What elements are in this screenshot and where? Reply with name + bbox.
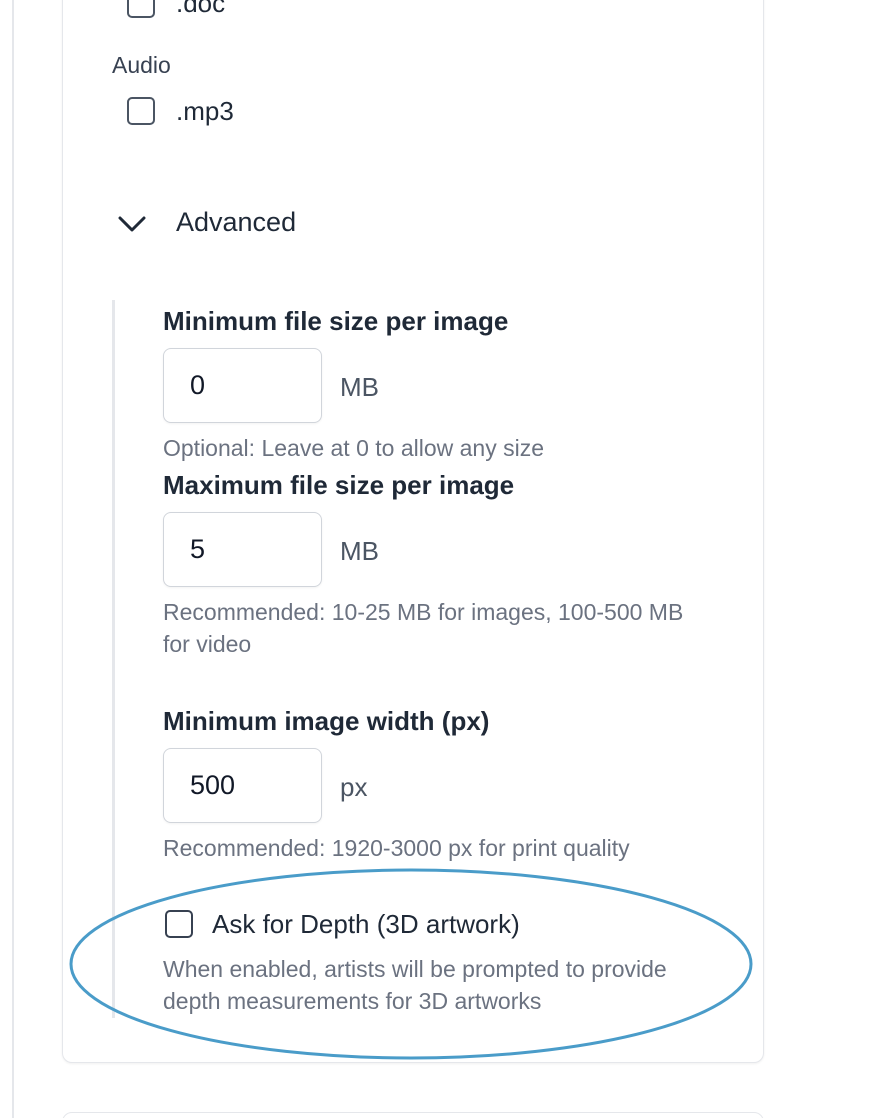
outer-panel-border: [12, 0, 14, 1118]
min-width-input[interactable]: [163, 748, 322, 823]
min-file-size-input[interactable]: [163, 348, 322, 423]
doc-checkbox-label: .doc: [176, 0, 226, 18]
next-card: [62, 1112, 764, 1118]
max-file-size-input[interactable]: [163, 512, 322, 587]
min-file-size-help: Optional: Leave at 0 to allow any size: [163, 435, 545, 461]
settings-page: .doc Audio .mp3 Advanced Minimum file si…: [0, 0, 878, 1118]
max-file-size-label: Maximum file size per image: [163, 470, 515, 500]
min-file-size-unit: MB: [340, 372, 379, 402]
mp3-checkbox[interactable]: [127, 97, 155, 125]
advanced-section-indent-bar: [112, 300, 115, 1018]
max-file-size-help: Recommended: 10-25 MB for images, 100-50…: [163, 599, 684, 657]
min-width-unit: px: [340, 772, 368, 802]
depth-checkbox-label: Ask for Depth (3D artwork): [212, 909, 520, 939]
advanced-section-toggle[interactable]: Advanced: [176, 207, 296, 238]
depth-checkbox[interactable]: [165, 910, 193, 938]
depth-help: When enabled, artists will be prompted t…: [163, 956, 667, 1014]
chevron-down-icon[interactable]: [116, 210, 148, 238]
audio-group-label: Audio: [112, 52, 171, 78]
mp3-checkbox-label: .mp3: [176, 96, 234, 126]
doc-checkbox[interactable]: [127, 0, 155, 18]
max-file-size-unit: MB: [340, 536, 379, 566]
min-file-size-label: Minimum file size per image: [163, 306, 509, 336]
min-width-label: Minimum image width (px): [163, 706, 490, 736]
min-width-help: Recommended: 1920-3000 px for print qual…: [163, 835, 630, 861]
